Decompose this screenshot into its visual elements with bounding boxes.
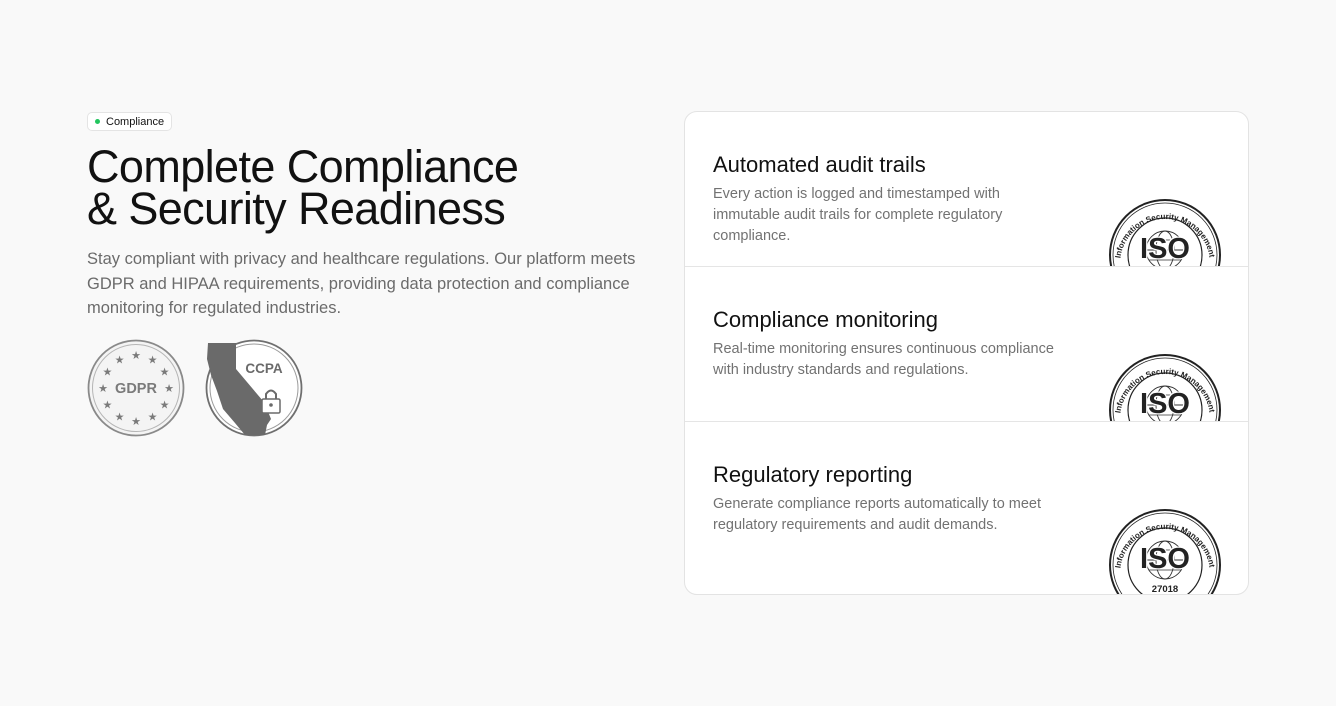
page-title: Complete Compliance & Security Readiness (87, 141, 647, 234)
iso-mark-text: ISO (1140, 233, 1190, 265)
iso-seal-icon: ISO Information Security Management 2701… (1109, 354, 1221, 421)
star-icon: ★ (160, 366, 170, 378)
star-icon: ★ (115, 411, 125, 423)
gdpr-logo-icon: ★ ★★★★★★★★★★★ GDPR (87, 339, 185, 436)
certification-logos: ★ ★ ★ ★ ★ ★ ★ ★ ★ ★ ★ ★ GDPR CCPA (87, 339, 647, 437)
feature-description: Generate compliance reports automaticall… (713, 496, 1042, 533)
status-dot-icon (95, 119, 100, 124)
iso-mark-text: ISO (1140, 543, 1190, 575)
page-title-line2: & Security Readiness (87, 183, 506, 234)
feature-description: Real-time monitoring ensures continuous … (713, 341, 1054, 378)
star-icon: ★ (148, 354, 158, 366)
feature-description: Every action is logged and timestamped w… (713, 186, 1003, 244)
ccpa-logo-text: CCPA (245, 361, 283, 376)
iso-seal-icon: ISO Information Security Management 2700… (1109, 199, 1221, 266)
gdpr-logo-text: GDPR (115, 381, 157, 397)
iso-seal-icon: ISO Information Security Management 2701… (1109, 509, 1221, 595)
iso-number-text: 27018 (1152, 584, 1178, 595)
star-icon: ★ (160, 399, 170, 411)
star-icon: ★ (98, 383, 108, 395)
feature-title: Automated audit trails (713, 152, 926, 177)
iso-mark-text: ISO (1140, 388, 1190, 420)
star-icon: ★ (164, 383, 174, 395)
feature-row: Automated audit trails Every action is l… (685, 112, 1248, 267)
star-icon: ★ (131, 350, 141, 362)
star-icon: ★ (131, 416, 141, 428)
feature-row: Regulatory reporting Generate compliance… (685, 422, 1248, 595)
feature-title: Compliance monitoring (713, 307, 938, 332)
hero-section: Compliance Complete Compliance & Securit… (87, 111, 647, 437)
star-icon: ★ (115, 354, 125, 366)
star-icon: ★ (102, 366, 112, 378)
compliance-tag: Compliance (87, 112, 173, 131)
feature-row: Compliance monitoring Real-time monitori… (685, 267, 1248, 422)
star-icon: ★ (102, 399, 112, 411)
hero-description: Stay compliant with privacy and healthca… (87, 250, 636, 317)
ccpa-logo-icon: CCPA (205, 339, 303, 436)
features-card: Automated audit trails Every action is l… (684, 111, 1249, 595)
star-icon: ★ (148, 411, 158, 423)
compliance-tag-label: Compliance (106, 115, 165, 128)
page-title-line1: Complete Compliance (87, 141, 519, 192)
feature-title: Regulatory reporting (713, 462, 913, 487)
